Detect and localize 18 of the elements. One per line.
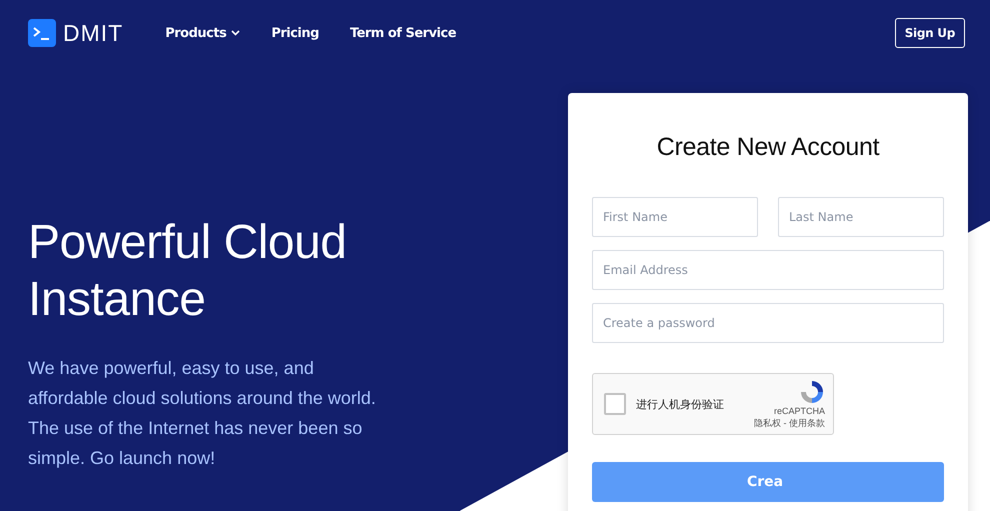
sign-up-button[interactable]: Sign Up xyxy=(894,18,965,48)
captcha-checkbox[interactable] xyxy=(604,393,626,415)
logo-icon xyxy=(28,19,56,47)
hero-text: We have powerful, easy to use, and affordable cloud solutions around the world. The use of the Internet has never been so simple. Go launch now! xyxy=(28,357,377,470)
logo-text: DMIT xyxy=(63,20,124,46)
form-title: Create New Account xyxy=(656,133,880,162)
input-field[interactable]: First Name xyxy=(592,197,758,237)
nav-link[interactable]: Term of Service xyxy=(350,26,456,40)
hero-title: Powerful Cloud Instance xyxy=(28,215,348,328)
recaptcha-brand: reCAPTCHA xyxy=(774,406,825,416)
captcha-label: 进行人机身份验证 xyxy=(636,396,725,412)
input-field[interactable]: Create a password xyxy=(592,303,944,343)
recaptcha-icon xyxy=(799,378,825,404)
input-field[interactable]: Email Address xyxy=(592,250,944,290)
input-field[interactable]: Last Name xyxy=(778,197,944,237)
nav-link[interactable]: Pricing xyxy=(271,26,319,40)
nav-link[interactable]: Products xyxy=(165,26,240,40)
privacy-terms-link[interactable]: 隐私权 - 使用条款 xyxy=(754,416,825,430)
